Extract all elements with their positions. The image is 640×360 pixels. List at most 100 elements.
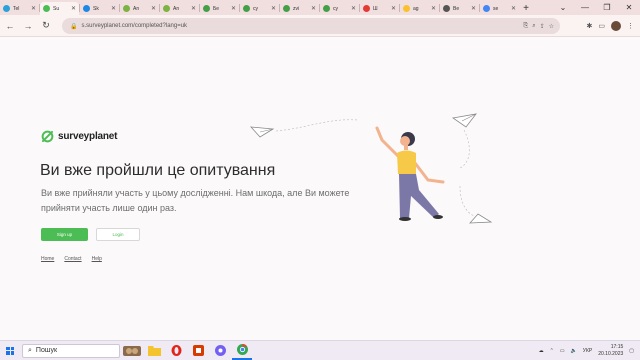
tab-close-icon[interactable]: ✕ [31,5,36,12]
tab-favicon-icon [123,5,130,12]
browser-tab[interactable]: Sk ✕ [80,2,119,15]
tab-close-icon[interactable]: ✕ [311,5,316,12]
tab-title: Бе [213,5,220,12]
surveyplanet-logo-icon [41,130,54,143]
browser-tab[interactable]: ag ✕ [400,2,439,15]
paper-plane-top-right [451,113,477,128]
tab-close-icon[interactable]: ✕ [151,5,156,12]
tab-favicon-icon [443,5,450,12]
chrome-icon[interactable] [232,342,252,360]
tab-favicon-icon [163,5,170,12]
tab-title: Sk [93,5,99,12]
weather-icon[interactable]: ☁ [539,348,544,354]
tab-favicon-icon [3,5,10,12]
browser-tab[interactable]: Su ✕ [40,2,79,15]
tab-title: ag [413,5,419,12]
tab-close-icon[interactable]: ✕ [71,5,76,12]
chevron-down-icon[interactable]: ⌄ [552,0,574,15]
tab-title: se [493,5,499,12]
star-icon[interactable]: ☆ [549,23,554,30]
tab-strip: Tel ✕ Su ✕ Sk ✕ An ✕ An ✕ Бе ✕ су ✕ zvi ✕ су ✕ Ш ✕ ag ✕ Ве ✕ se ✕… [0,0,640,15]
volume-icon[interactable]: 🔈 [571,348,577,354]
zoom-icon[interactable]: ⌕ [532,23,535,30]
omnibox-tools: ⎘ ⌕ ⇪ ☆ [523,18,554,34]
browser-tab[interactable]: Ве ✕ [440,2,479,15]
taskbar-search-placeholder: Пошук [35,347,58,354]
browser-tab[interactable]: су ✕ [320,2,359,15]
language-indicator[interactable]: УКР [583,348,592,354]
sloth-widget-icon[interactable] [122,342,142,360]
logo: surveyplanet [41,130,117,143]
tab-favicon-icon [483,5,490,12]
reload-button[interactable]: ↻ [38,18,54,34]
taskbar: ⌕ Пошук ☁ ⌃ ▭ 🔈 УКР 17:15 20.10.2023 ▢ [0,340,640,360]
browser-tab[interactable]: Бе ✕ [200,2,239,15]
start-button[interactable] [0,341,20,360]
sidebar-icon[interactable]: ▭ [598,22,605,30]
tab-title: An [133,5,140,12]
tab-close-icon[interactable]: ✕ [191,5,196,12]
menu-icon[interactable]: ⋮ [627,22,634,30]
page-title: Ви вже пройшли це опитування [40,162,276,179]
tab-title: Tel [13,5,20,12]
clock[interactable]: 17:15 20.10.2023 [598,344,623,358]
browser-tab[interactable]: Tel ✕ [0,2,39,15]
browser-tab[interactable]: Ш ✕ [360,2,399,15]
tab-favicon-icon [283,5,290,12]
browser-tab[interactable]: An ✕ [160,2,199,15]
chevron-up-icon[interactable]: ⌃ [550,348,554,354]
close-window-button[interactable]: ✕ [618,0,640,15]
network-icon[interactable]: ▭ [560,348,565,354]
tab-favicon-icon [203,5,210,12]
tab-close-icon[interactable]: ✕ [231,5,236,12]
browser-right-tools: ✱ ▭ ⋮ [587,18,634,34]
tab-title: су [333,5,338,12]
search-icon: ⌕ [28,346,32,354]
tab-favicon-icon [83,5,90,12]
share-icon[interactable]: ⇪ [540,23,545,30]
extensions-icon[interactable]: ✱ [587,22,593,30]
opera-icon[interactable] [166,342,186,360]
tab-title: су [253,5,258,12]
browser-toolbar: ← → ↻ 🔒 s.surveyplanet.com/completed?lan… [0,15,640,37]
windows-icon [6,346,14,355]
clock-date: 20.10.2023 [598,351,624,357]
footer-link-home[interactable]: Home [41,256,54,262]
signup-button[interactable]: Sign up [41,228,88,241]
footer-link-help[interactable]: Help [92,256,102,262]
minimize-button[interactable]: — [574,0,596,15]
file-explorer-icon[interactable] [144,342,164,360]
translate-icon[interactable]: ⎘ [523,23,528,30]
viber-icon[interactable] [210,342,230,360]
logo-text: surveyplanet [58,131,118,142]
tab-favicon-icon [403,5,410,12]
paper-plane-illustration [250,113,493,224]
taskbar-search[interactable]: ⌕ Пошук [22,343,120,358]
tab-title: Ве [453,5,460,12]
tab-close-icon[interactable]: ✕ [471,5,476,12]
browser-tab[interactable]: су ✕ [240,2,279,15]
notifications-icon[interactable]: ▢ [629,348,634,354]
address-bar[interactable]: 🔒 s.surveyplanet.com/completed?lang=uk ⎘… [62,18,560,34]
tab-close-icon[interactable]: ✕ [271,5,276,12]
avatar[interactable] [611,21,621,31]
back-button[interactable]: ← [2,18,18,34]
window-controls: ⌄ — ❐ ✕ [552,0,640,15]
forward-button[interactable]: → [20,18,36,34]
tab-close-icon[interactable]: ✕ [111,5,116,12]
tab-close-icon[interactable]: ✕ [351,5,356,12]
tab-close-icon[interactable]: ✕ [511,5,516,12]
system-tray: ☁ ⌃ ▭ 🔈 УКР 17:15 20.10.2023 ▢ [539,343,634,359]
browser-tab[interactable]: se ✕ [480,2,519,15]
footer-link-contact[interactable]: Contact [64,256,81,262]
login-button[interactable]: Login [96,228,140,241]
tab-close-icon[interactable]: ✕ [391,5,396,12]
tab-close-icon[interactable]: ✕ [431,5,436,12]
tab-favicon-icon [323,5,330,12]
restore-button[interactable]: ❐ [596,0,618,15]
browser-tab[interactable]: zvi ✕ [280,2,319,15]
browser-tab[interactable]: An ✕ [120,2,159,15]
office-icon[interactable] [188,342,208,360]
new-tab-button[interactable]: + [519,2,533,15]
page-content: surveyplanet Ви вже пройшли це опитуванн… [0,38,640,340]
